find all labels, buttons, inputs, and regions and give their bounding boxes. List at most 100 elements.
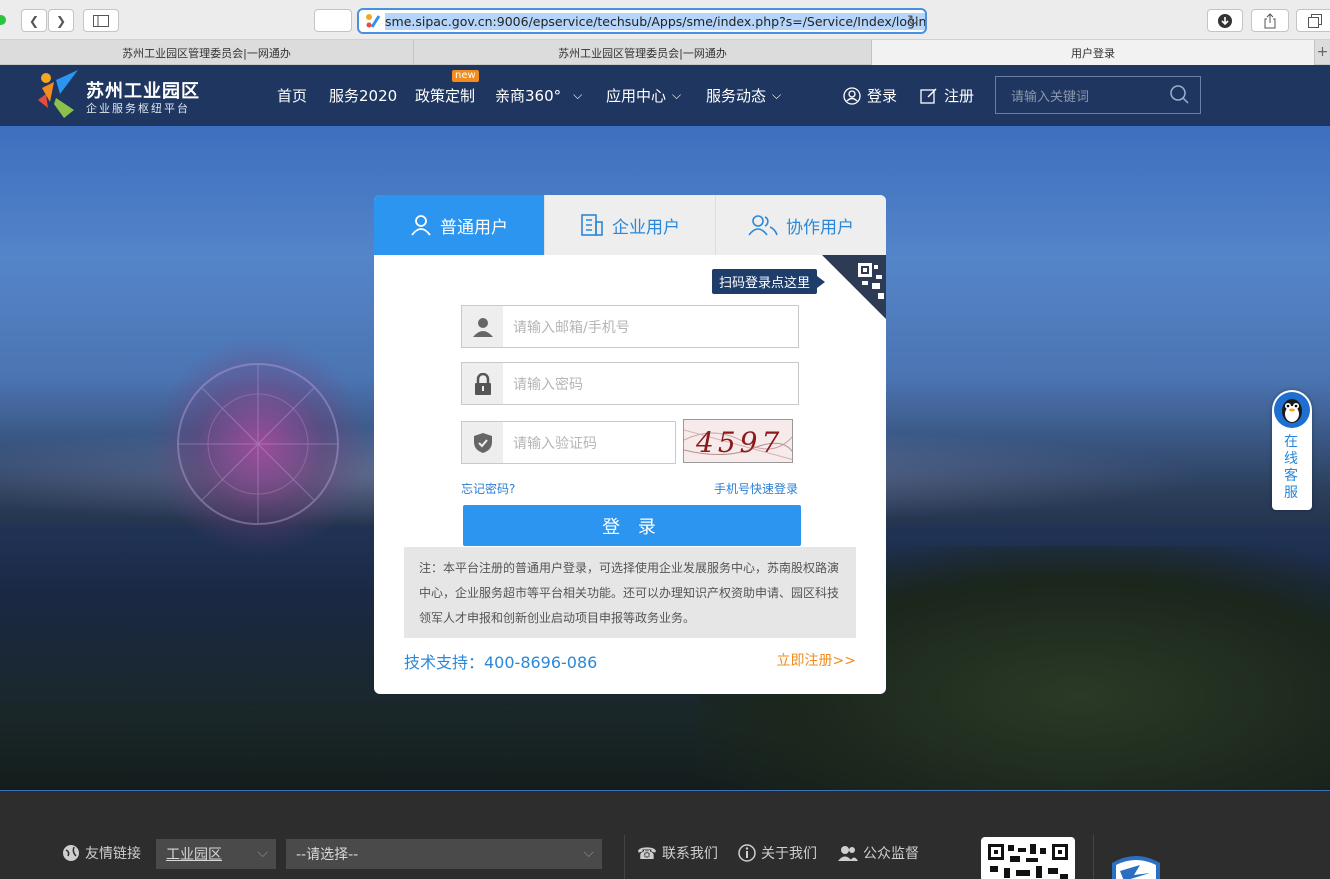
tab-collaborative-user[interactable]: 协作用户 [715,195,886,255]
tabs-icon [1308,13,1322,28]
about-us-link[interactable]: 关于我们 [738,843,817,863]
chevron-down-icon: ⌵ [257,845,268,861]
tab-label: 普通用户 [440,217,508,238]
link-select[interactable]: --请选择-- ⌵ [286,839,602,869]
info-circle-icon [738,844,756,862]
online-customer-service[interactable]: 在线客服 [1272,390,1312,510]
about-us-text: 关于我们 [761,846,817,862]
new-badge: new [452,70,479,82]
nav-label: 服务2020 [329,87,398,105]
nav-label: 亲商360° [495,87,562,105]
tab-enterprise-user[interactable]: 企业用户 [544,195,715,255]
download-icon [1218,13,1232,28]
forward-button[interactable]: ❯ [48,9,74,32]
search-button[interactable] [1160,76,1200,114]
nav-service-news[interactable]: 服务动态 ⌵ [706,85,781,106]
contact-us-link[interactable]: ☎ 联系我们 [637,843,718,863]
chevron-left-icon: ❮ [28,13,40,28]
username-input[interactable]: 请输入邮箱/手机号 [503,317,630,337]
password-field[interactable]: 请输入密码 [461,362,799,405]
gov-badge-icon[interactable] [1110,853,1162,879]
sidebar-toggle-button[interactable] [83,9,119,32]
qr-code-icon [822,255,886,319]
friendly-links-label: 友情链接 [62,843,141,863]
chevron-down-icon: ⌵ [583,845,594,861]
nav-label: 应用中心 [606,87,667,105]
reload-icon[interactable]: ↻ [907,13,919,29]
ferris-wheel-icon [177,363,339,525]
qr-login-corner[interactable] [822,255,886,319]
password-input[interactable]: 请输入密码 [503,374,583,394]
login-card: 普通用户 企业用户 协作用户 扫码登录点这里 请输入邮箱/手机号 请输入密码 请… [374,195,886,694]
header-register-link[interactable]: 注册 [920,85,974,106]
address-url: sme.sipac.gov.cn:9006/epservice/techsub/… [385,12,925,30]
user-circle-icon [843,86,861,105]
forgot-password-link[interactable]: 忘记密码? [461,480,515,497]
penguin-icon [1274,392,1310,428]
captcha-text: 4597 [696,426,784,459]
register-now-link[interactable]: 立即注册>> [777,650,856,670]
nav-policy[interactable]: 政策定制 [415,85,475,106]
public-supervision-text: 公众监督 [863,846,919,862]
footer-qr-code [981,837,1075,879]
public-supervision-link[interactable]: 公众监督 [838,843,919,863]
friendly-links-text: 友情链接 [85,846,141,862]
captcha-field[interactable]: 请输入验证码 [461,421,676,464]
chevron-down-icon: ⌵ [672,88,682,102]
nav-home[interactable]: 首页 [277,85,307,106]
share-button[interactable] [1251,9,1289,32]
captcha-image[interactable]: 4597 [683,419,793,463]
logo-subtitle: 企业服务枢纽平台 [86,102,190,115]
phone-quick-login-link[interactable]: 手机号快速登录 [714,480,798,497]
building-icon [581,214,603,236]
park-select-value: 工业园区 [166,847,222,863]
tab-personal-user[interactable]: 普通用户 [374,195,544,255]
login-note: 注：本平台注册的普通用户登录，可选择使用企业发展服务中心，苏南股权路演中心，企业… [404,547,856,638]
qr-login-tooltip[interactable]: 扫码登录点这里 [712,269,826,294]
users-icon [748,215,778,236]
register-label: 注册 [944,87,975,105]
nav-label: 服务动态 [706,87,767,105]
browser-tab-active[interactable]: 用户登录 [872,40,1315,65]
tabs-overview-button[interactable] [1296,9,1330,32]
login-button[interactable]: 登 录 [463,505,801,546]
share-icon [1264,12,1276,28]
blank-toolbar-button[interactable] [314,9,352,32]
user-icon [462,306,503,347]
tab-label: 苏州工业园区管理委员会|一网通办 [122,46,291,60]
nav-qinshang[interactable]: 亲商360° ⌵ [495,85,582,106]
new-tab-button[interactable]: + [1315,40,1330,64]
back-button[interactable]: ❮ [21,9,47,32]
phone-icon: ☎ [637,843,657,863]
captcha-input[interactable]: 请输入验证码 [503,433,597,453]
search-box[interactable]: 请输入关键词 [995,76,1201,114]
globe-icon [63,845,79,861]
qr-code-icon [988,844,1068,879]
park-select[interactable]: 工业园区 ⌵ [156,839,276,869]
chevron-down-icon: ⌵ [573,88,583,102]
downloads-button[interactable] [1207,9,1243,32]
browser-tab[interactable]: 苏州工业园区管理委员会|一网通办 [414,40,872,65]
contact-us-text: 联系我们 [661,846,718,862]
username-field[interactable]: 请输入邮箱/手机号 [461,305,799,348]
header-login-link[interactable]: 登录 [843,85,897,106]
footer-divider [624,835,625,879]
site-logo[interactable]: 苏州工业园区 企业服务枢纽平台 [34,68,204,123]
user-type-tabs: 普通用户 企业用户 协作用户 [374,195,886,255]
link-select-value: --请选择-- [296,847,359,863]
site-favicon-icon [366,14,381,28]
sidebar-icon [93,14,109,27]
address-bar[interactable]: sme.sipac.gov.cn:9006/epservice/techsub/… [357,8,927,34]
nav-service-2020[interactable]: 服务2020 [329,85,397,106]
window-zoom-button[interactable] [0,15,6,25]
site-header: 苏州工业园区 企业服务枢纽平台 首页 服务2020 new 政策定制 亲商360… [0,65,1330,126]
tab-label: 企业用户 [612,217,680,238]
search-input[interactable]: 请输入关键词 [996,86,1160,105]
browser-tab[interactable]: 苏州工业园区管理委员会|一网通办 [0,40,414,65]
login-label: 登录 [867,87,898,105]
lock-icon [462,363,503,404]
chevron-down-icon: ⌵ [772,88,782,102]
user-icon [411,215,431,236]
tab-label: 用户登录 [1071,46,1115,60]
nav-app-center[interactable]: 应用中心 ⌵ [606,85,681,106]
